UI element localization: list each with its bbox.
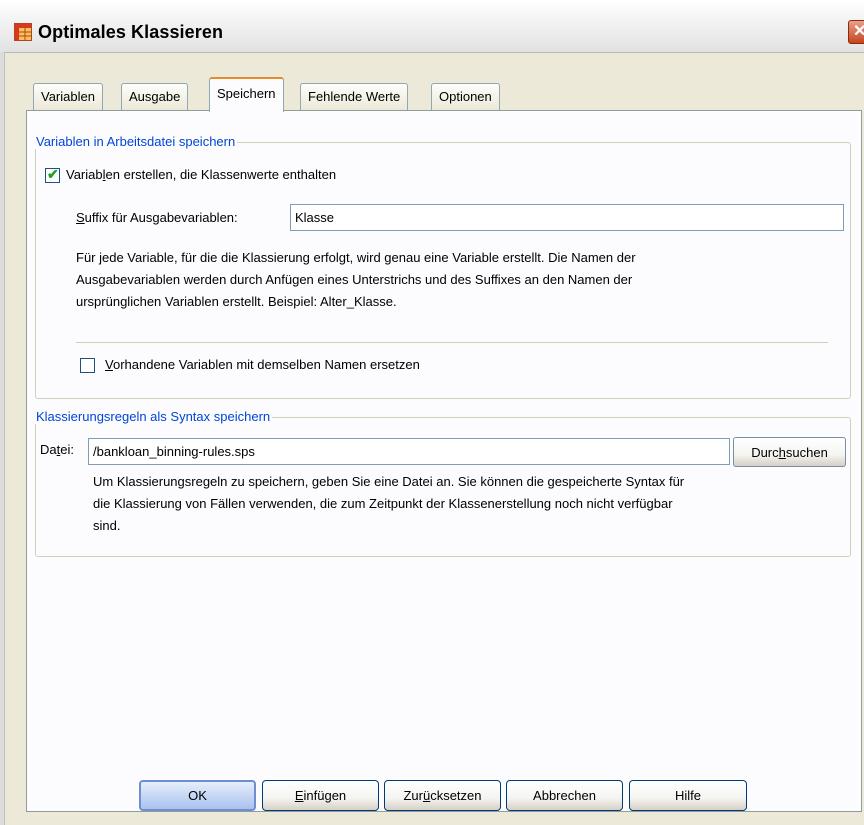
dialog-window: Optimales Klassieren ✕ Variablen Ausgabe… [0, 0, 864, 825]
create-variables-label[interactable]: Variablen erstellen, die Klassenwerte en… [66, 167, 336, 182]
group-save-variables: Variablen in Arbeitsdatei speichern ✔ Va… [34, 134, 851, 399]
ok-button[interactable]: OK [139, 780, 256, 811]
window-border [0, 52, 5, 825]
reset-button[interactable]: Zurücksetzen [384, 780, 501, 811]
tab-panel-speichern: Variablen in Arbeitsdatei speichern ✔ Va… [26, 110, 862, 812]
save-variables-help-text: Für jede Variable, für die die Klassieru… [76, 250, 636, 309]
tab-fehlende-werte[interactable]: Fehlende Werte [300, 83, 409, 110]
replace-variables-checkbox[interactable] [80, 358, 95, 373]
suffix-label: Suffix für Ausgabevariablen: [76, 210, 238, 225]
close-button[interactable]: ✕ [848, 20, 864, 44]
replace-variables-label[interactable]: Vorhandene Variablen mit demselben Namen… [105, 357, 420, 372]
app-table-icon [14, 23, 32, 41]
title-bar[interactable]: Optimales Klassieren ✕ [0, 0, 864, 53]
tab-optionen[interactable]: Optionen [431, 83, 500, 110]
close-icon: ✕ [853, 23, 864, 40]
paste-button[interactable]: Einfügen [262, 780, 379, 811]
suffix-input[interactable]: Klasse [290, 204, 844, 231]
tab-speichern[interactable]: Speichern [209, 77, 284, 112]
cancel-button[interactable]: Abbrechen [506, 780, 623, 811]
group-title-save-variables: Variablen in Arbeitsdatei speichern [34, 134, 238, 149]
save-syntax-help-text: Um Klassierungsregeln zu speichern, gebe… [93, 474, 685, 533]
checkmark-icon: ✔ [47, 166, 59, 182]
window-title: Optimales Klassieren [38, 22, 224, 42]
create-variables-checkbox[interactable]: ✔ [45, 166, 60, 183]
help-button[interactable]: Hilfe [629, 780, 747, 811]
file-label: Datei: [40, 442, 74, 457]
group-title-save-syntax: Klassierungsregeln als Syntax speichern [34, 409, 273, 424]
tab-ausgabe[interactable]: Ausgabe [121, 83, 189, 110]
file-path-input[interactable]: /bankloan_binning-rules.sps [88, 438, 730, 465]
separator [76, 342, 828, 343]
browse-button[interactable]: Durchsuchen [733, 437, 846, 467]
group-save-syntax: Klassierungsregeln als Syntax speichern … [34, 409, 851, 557]
tab-variablen[interactable]: Variablen [33, 83, 103, 110]
